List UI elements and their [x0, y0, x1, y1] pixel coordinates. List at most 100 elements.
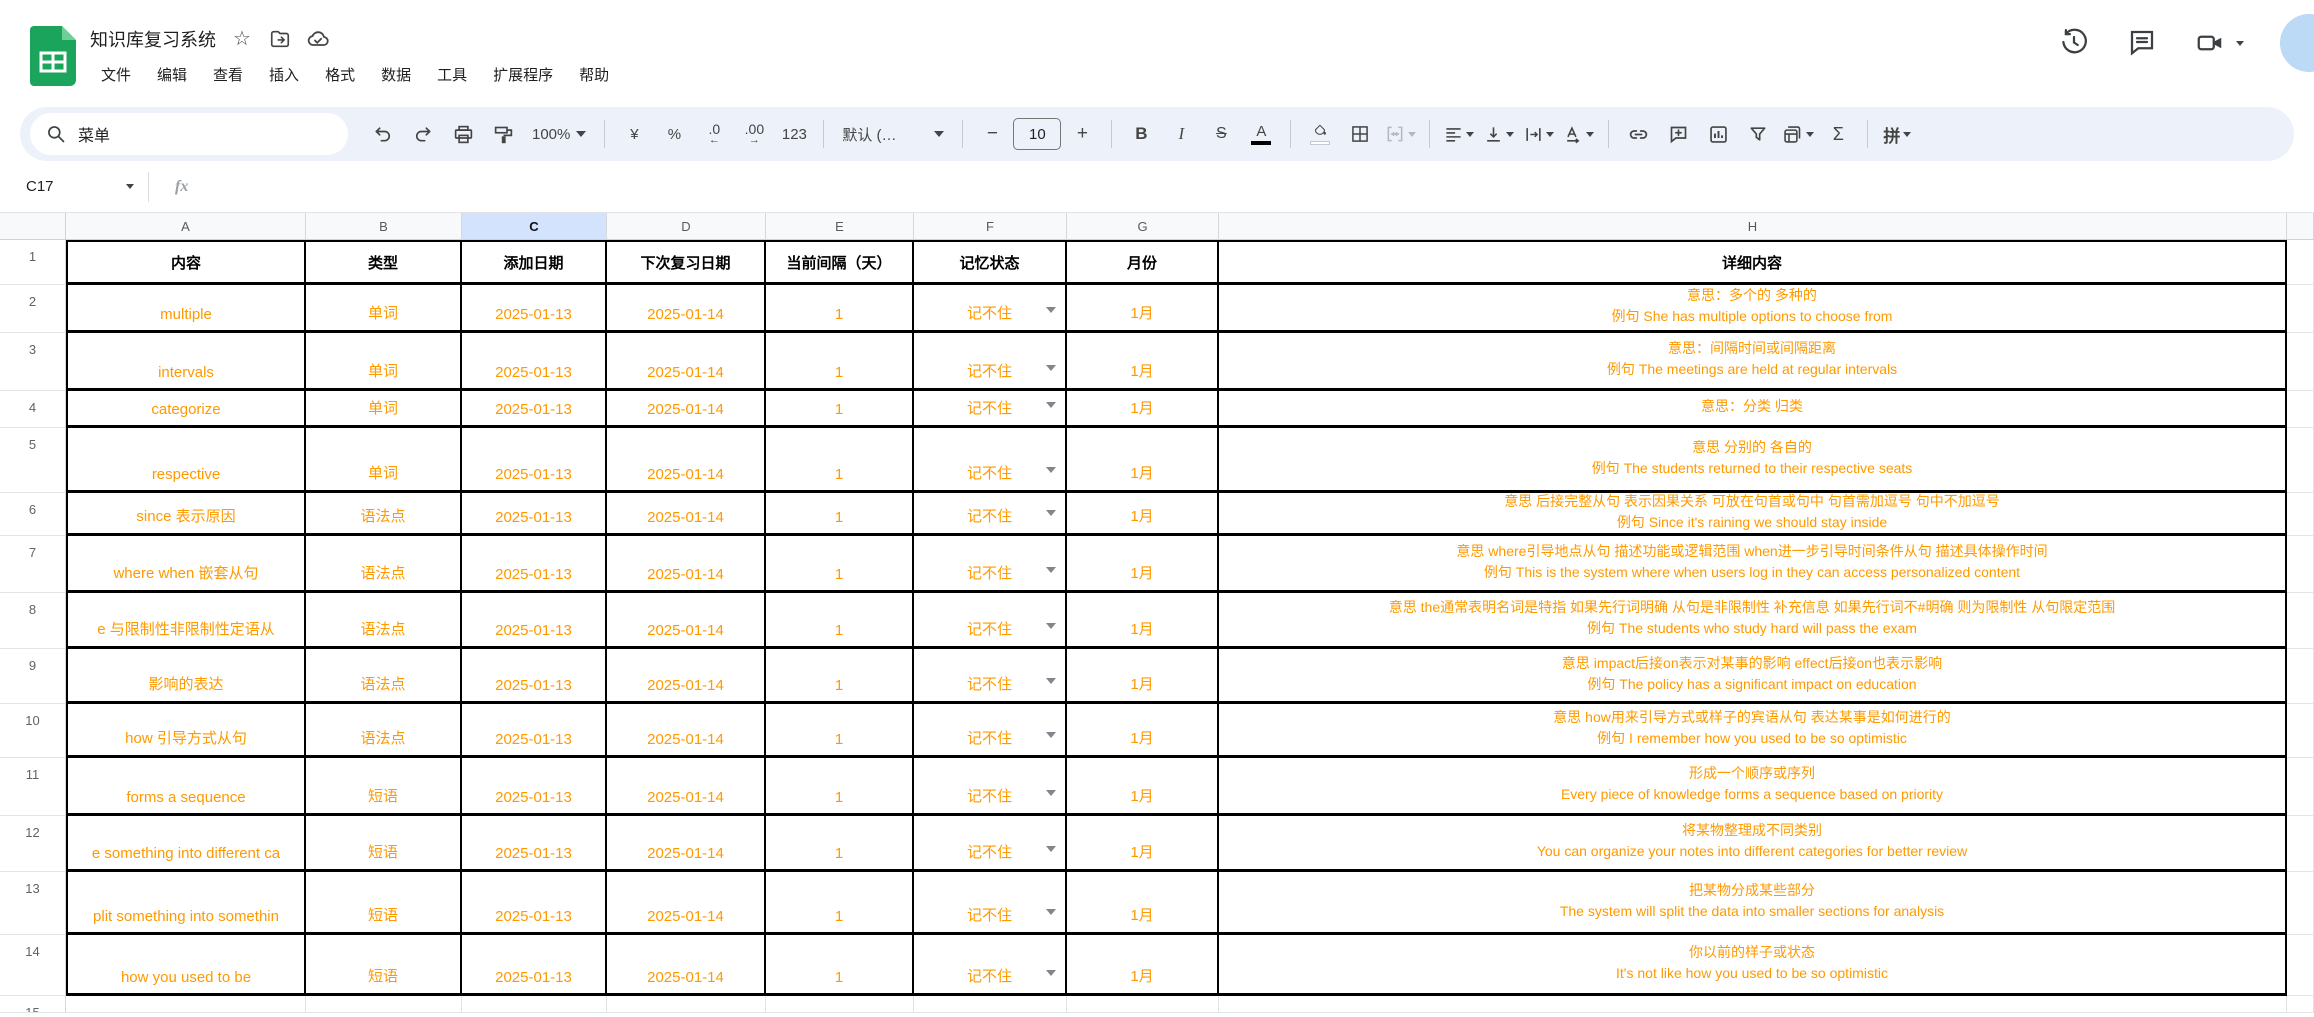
table-header-cell-F1[interactable]: 记忆状态 [914, 240, 1067, 285]
status-dropdown-icon[interactable] [1046, 623, 1056, 629]
cell-sliver-5[interactable] [2287, 428, 2314, 493]
cell-H9[interactable]: 意思 impact后接on表示对某事的影响 effect后接on也表示影响例句 … [1219, 649, 2287, 704]
status-dropdown-F7[interactable]: 记不住 [914, 536, 1067, 593]
cell-sliver-11[interactable] [2287, 758, 2314, 816]
cell-H11[interactable]: 形成一个顺序或序列Every piece of knowledge forms … [1219, 758, 2287, 816]
table-header-cell-B1[interactable]: 类型 [306, 240, 462, 285]
cell-H15[interactable] [1219, 996, 2287, 1013]
status-dropdown-icon[interactable] [1046, 790, 1056, 796]
cell-D9[interactable]: 2025-01-14 [607, 649, 766, 704]
cell-H13[interactable]: 把某物分成某些部分The system will split the data … [1219, 872, 2287, 935]
format-percent-button[interactable]: % [655, 115, 693, 153]
cell-D6[interactable]: 2025-01-14 [607, 493, 766, 536]
cell-C3[interactable]: 2025-01-13 [462, 333, 607, 391]
cell-A3[interactable]: intervals [66, 333, 306, 391]
cell-B3[interactable]: 单词 [306, 333, 462, 391]
cell-H8[interactable]: 意思 the通常表明名词是特指 如果先行词明确 从句是非限制性 补充信息 如果先… [1219, 593, 2287, 649]
document-title[interactable]: 知识库复习系统 [90, 26, 216, 52]
row-number-7[interactable]: 7 [0, 536, 66, 593]
table-header-cell-E1[interactable]: 当前间隔（天） [766, 240, 914, 285]
status-dropdown-F6[interactable]: 记不住 [914, 493, 1067, 536]
cell-G12[interactable]: 1月 [1067, 816, 1219, 872]
cell-D2[interactable]: 2025-01-14 [607, 285, 766, 333]
cell-G13[interactable]: 1月 [1067, 872, 1219, 935]
cell-E5[interactable]: 1 [766, 428, 914, 493]
cell-D13[interactable]: 2025-01-14 [607, 872, 766, 935]
cell-H6[interactable]: 意思 后接完整从句 表示因果关系 可放在句首或句中 句首需加逗号 句中不加逗号例… [1219, 493, 2287, 536]
status-dropdown-F12[interactable]: 记不住 [914, 816, 1067, 872]
cell-G2[interactable]: 1月 [1067, 285, 1219, 333]
cell-B13[interactable]: 短语 [306, 872, 462, 935]
cell-H2[interactable]: 意思：多个的 多种的例句 She has multiple options to… [1219, 285, 2287, 333]
cell-G8[interactable]: 1月 [1067, 593, 1219, 649]
cell-B12[interactable]: 短语 [306, 816, 462, 872]
cell-C5[interactable]: 2025-01-13 [462, 428, 607, 493]
cell-sliver-12[interactable] [2287, 816, 2314, 872]
cell-E9[interactable]: 1 [766, 649, 914, 704]
cell-D8[interactable]: 2025-01-14 [607, 593, 766, 649]
cell-sliver-8[interactable] [2287, 593, 2314, 649]
row-number-11[interactable]: 11 [0, 758, 66, 816]
cell-A9[interactable]: 影响的表达 [66, 649, 306, 704]
cell-B10[interactable]: 语法点 [306, 704, 462, 758]
cell-sliver-9[interactable] [2287, 649, 2314, 704]
vertical-align-button[interactable] [1480, 115, 1518, 153]
cell-D10[interactable]: 2025-01-14 [607, 704, 766, 758]
decrease-decimal-button[interactable]: .0← [695, 115, 733, 153]
status-dropdown-F9[interactable]: 记不住 [914, 649, 1067, 704]
cell-E11[interactable]: 1 [766, 758, 914, 816]
status-dropdown-icon[interactable] [1046, 909, 1056, 915]
row-number-9[interactable]: 9 [0, 649, 66, 704]
italic-button[interactable]: I [1162, 115, 1200, 153]
row-number-2[interactable]: 2 [0, 285, 66, 333]
font-family-select[interactable]: 默认 (… [834, 115, 952, 153]
bold-button[interactable]: B [1122, 115, 1160, 153]
cell-sliver-2[interactable] [2287, 285, 2314, 333]
insert-chart-button[interactable] [1699, 115, 1737, 153]
cell-E7[interactable]: 1 [766, 536, 914, 593]
status-dropdown-F13[interactable]: 记不住 [914, 872, 1067, 935]
row-number-13[interactable]: 13 [0, 872, 66, 935]
filter-button[interactable] [1739, 115, 1777, 153]
row-number-1[interactable]: 1 [0, 240, 66, 285]
cell-D4[interactable]: 2025-01-14 [607, 391, 766, 428]
cell-G10[interactable]: 1月 [1067, 704, 1219, 758]
cell-G6[interactable]: 1月 [1067, 493, 1219, 536]
cell-C7[interactable]: 2025-01-13 [462, 536, 607, 593]
cell-B5[interactable]: 单词 [306, 428, 462, 493]
zoom-select[interactable]: 100% [524, 115, 594, 153]
menu-item-tools[interactable]: 工具 [426, 60, 478, 89]
cell-A11[interactable]: forms a sequence [66, 758, 306, 816]
cell-E15[interactable] [766, 996, 914, 1013]
cell-E13[interactable]: 1 [766, 872, 914, 935]
cell-sliver-10[interactable] [2287, 704, 2314, 758]
row-number-3[interactable]: 3 [0, 333, 66, 391]
sheets-logo-icon[interactable] [30, 26, 76, 86]
cell-H10[interactable]: 意思 how用来引导方式或样子的宾语从句 表达某事是如何进行的例句 I reme… [1219, 704, 2287, 758]
cell-sliver-4[interactable] [2287, 391, 2314, 428]
functions-button[interactable]: Σ [1819, 115, 1857, 153]
status-dropdown-F8[interactable]: 记不住 [914, 593, 1067, 649]
star-icon[interactable]: ☆ [230, 27, 254, 51]
pinyin-input-button[interactable]: 拼 [1878, 115, 1916, 153]
menu-item-view[interactable]: 查看 [202, 60, 254, 89]
table-header-cell-C1[interactable]: 添加日期 [462, 240, 607, 285]
insert-comment-button[interactable] [1659, 115, 1697, 153]
comments-icon[interactable] [2127, 27, 2159, 59]
cell-D14[interactable]: 2025-01-14 [607, 935, 766, 996]
status-dropdown-F11[interactable]: 记不住 [914, 758, 1067, 816]
column-header-sliver[interactable] [2287, 213, 2314, 240]
cell-A10[interactable]: how 引导方式从句 [66, 704, 306, 758]
cell-B7[interactable]: 语法点 [306, 536, 462, 593]
cell-G15[interactable] [1067, 996, 1219, 1013]
row-number-14[interactable]: 14 [0, 935, 66, 996]
status-dropdown-F5[interactable]: 记不住 [914, 428, 1067, 493]
status-dropdown-F2[interactable]: 记不住 [914, 285, 1067, 333]
column-header-A[interactable]: A [66, 213, 306, 240]
history-icon[interactable] [2059, 27, 2091, 59]
column-header-C[interactable]: C [462, 213, 607, 240]
status-dropdown-icon[interactable] [1046, 402, 1056, 408]
grid-corner[interactable] [0, 213, 66, 240]
cell-C8[interactable]: 2025-01-13 [462, 593, 607, 649]
column-header-D[interactable]: D [607, 213, 766, 240]
